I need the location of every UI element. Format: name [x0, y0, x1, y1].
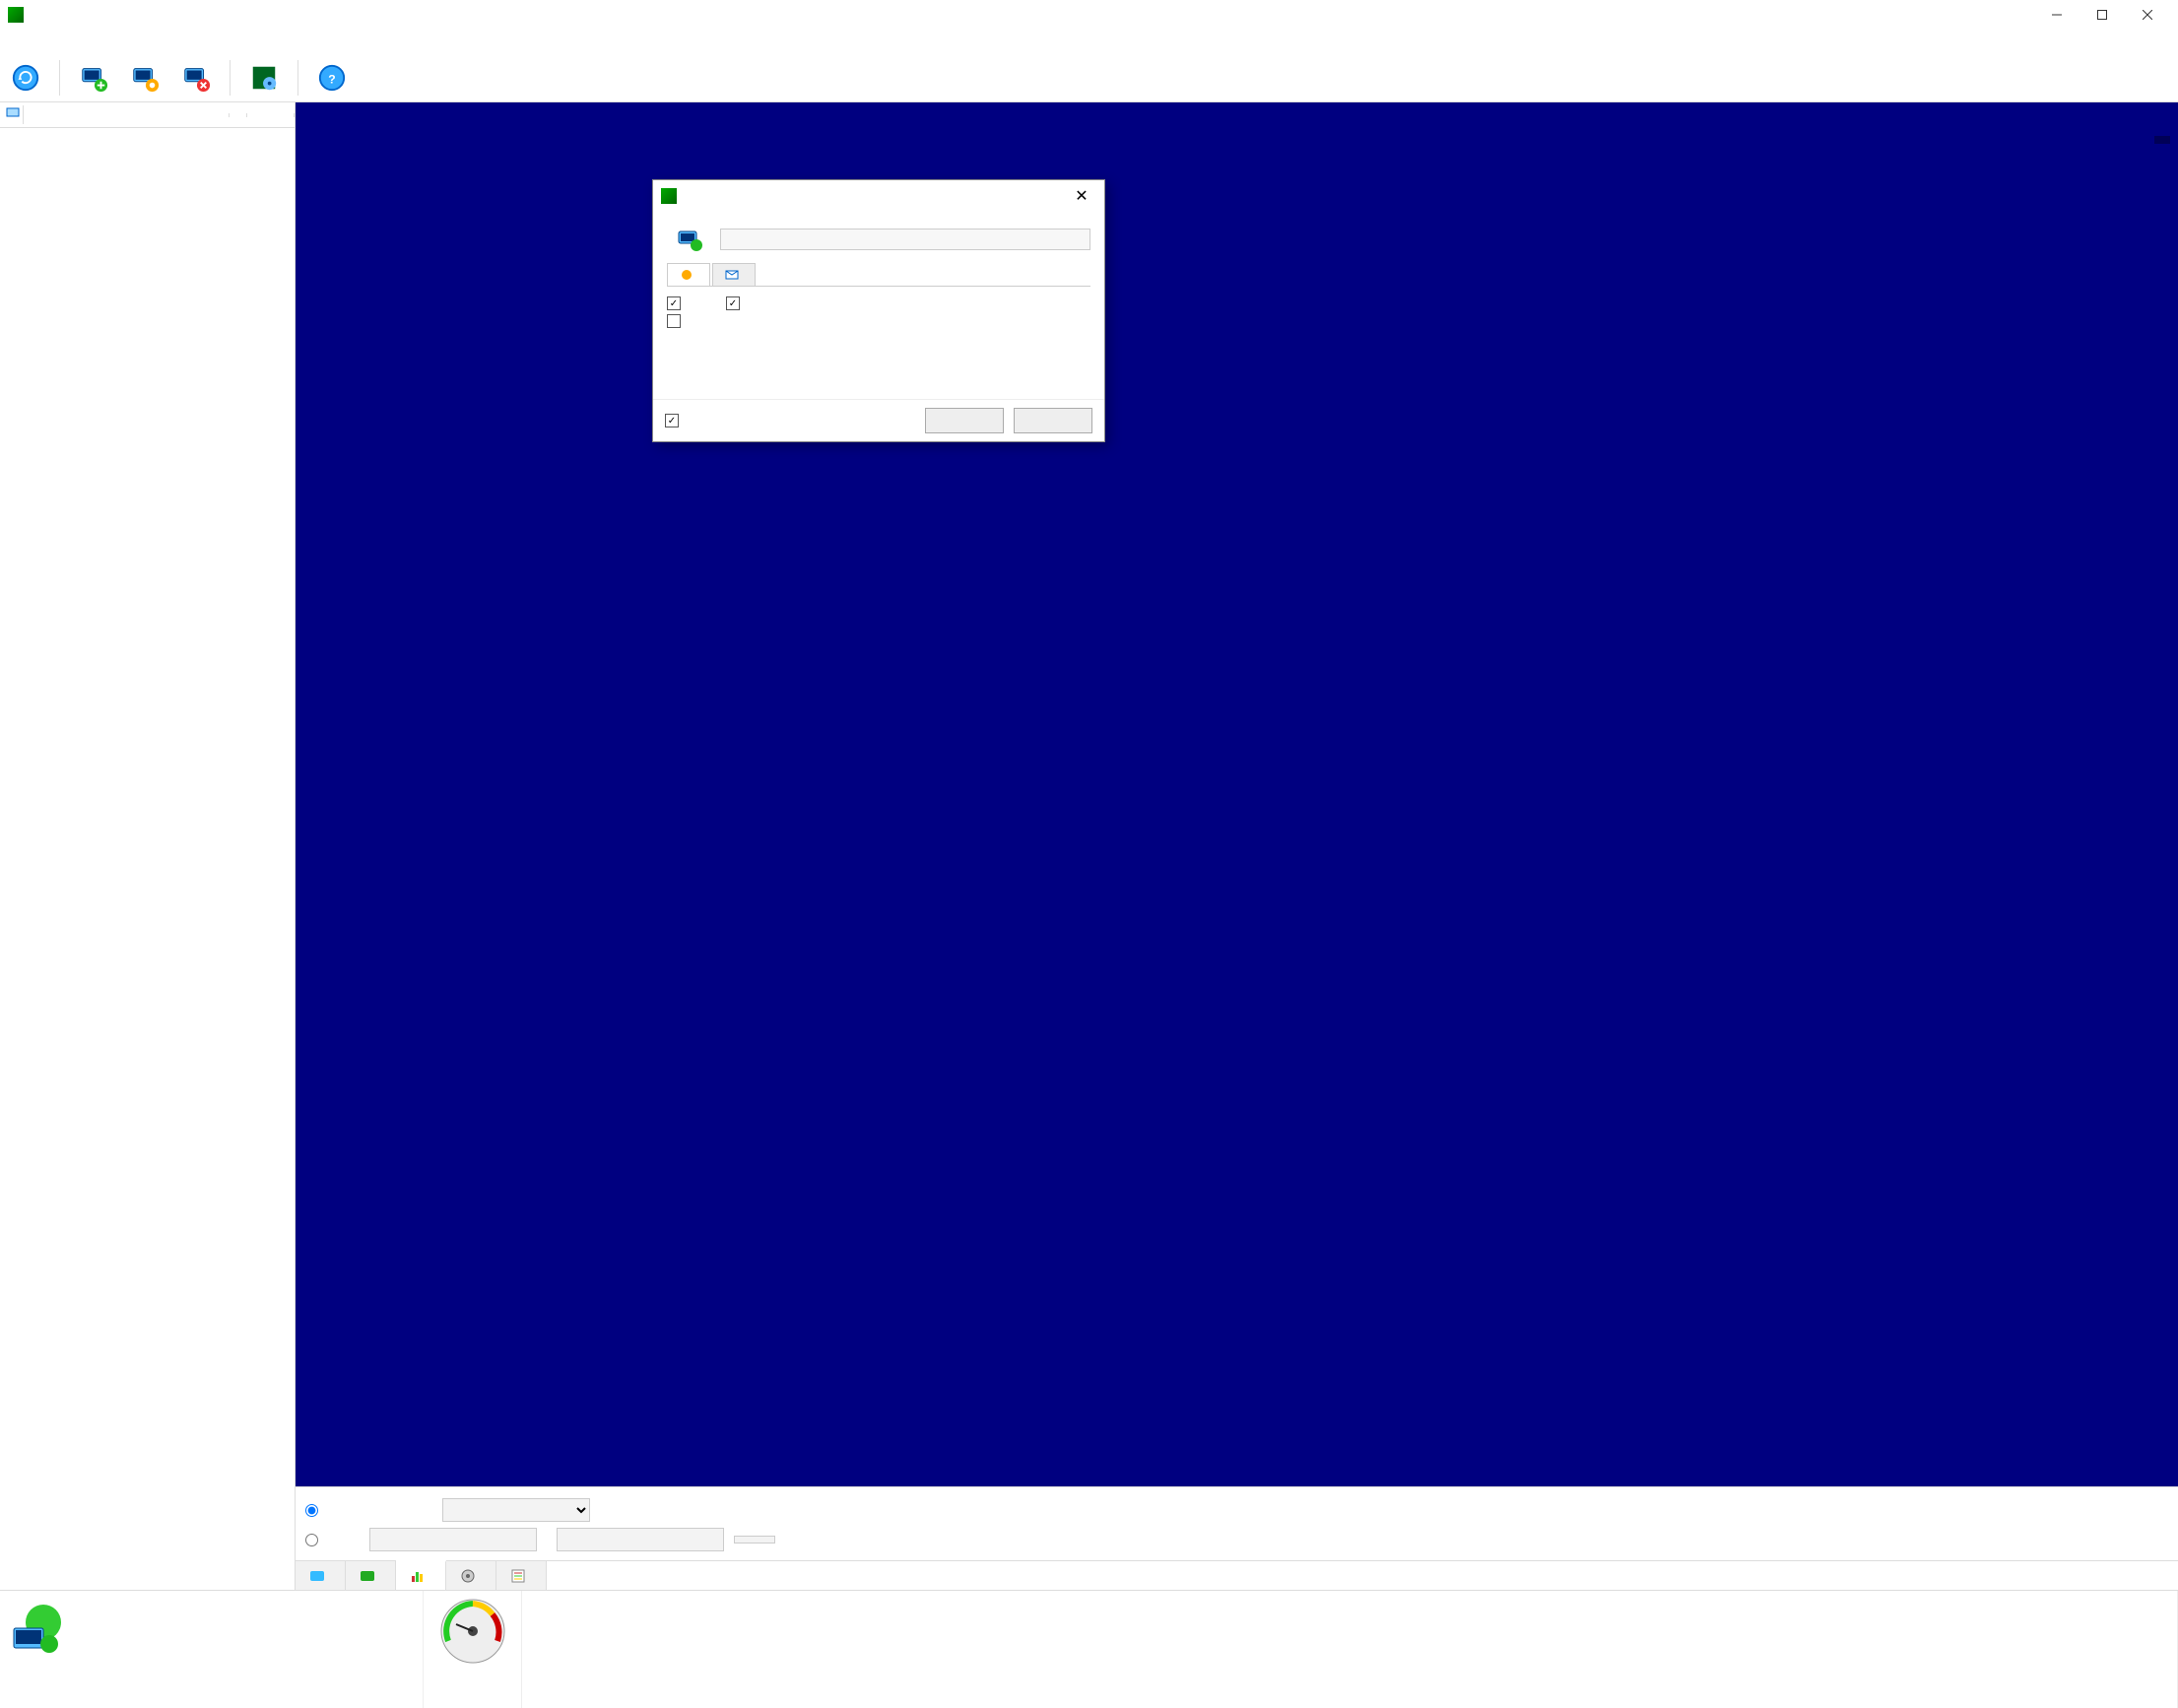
tab-smtp-settings[interactable] — [712, 263, 756, 286]
temperature-gauge — [438, 1597, 507, 1666]
to-input[interactable] — [557, 1528, 724, 1551]
dialog-icon — [661, 188, 677, 204]
sidebar-temp-header[interactable] — [247, 113, 295, 117]
menu-view[interactable] — [45, 39, 61, 43]
tab-basic-info[interactable] — [296, 1561, 346, 1590]
modify-connection-dialog: ✕ ✓ ✓ — [652, 179, 1105, 442]
minimize-button[interactable] — [2034, 0, 2079, 30]
monitoring-checkbox[interactable]: ✓ — [665, 414, 685, 427]
range-radio-input[interactable] — [305, 1534, 318, 1546]
sidebar-disks-header[interactable] — [24, 113, 230, 117]
dialog-close-button[interactable]: ✕ — [1067, 186, 1096, 206]
tab-event-log[interactable] — [496, 1561, 547, 1590]
menu-tools[interactable] — [26, 39, 41, 43]
toolbar-sep — [297, 60, 298, 96]
ok-button[interactable] — [925, 408, 1004, 433]
refresh-button[interactable] — [8, 60, 43, 96]
popup-notifications-checkbox[interactable]: ✓ — [667, 296, 687, 310]
tab-temperature-graph[interactable] — [396, 1560, 446, 1590]
from-input[interactable] — [369, 1528, 537, 1551]
toolbar-sep — [230, 60, 231, 96]
titlebar — [0, 0, 2178, 30]
settings-button[interactable] — [246, 60, 282, 96]
help-button[interactable]: ? — [314, 60, 350, 96]
tab-general-settings[interactable] — [667, 263, 710, 286]
menubar — [0, 30, 2178, 53]
edit-computer-button[interactable] — [127, 60, 163, 96]
menu-help[interactable] — [65, 39, 81, 43]
period-panel — [296, 1486, 2178, 1560]
tab-smart-info[interactable] — [346, 1561, 396, 1590]
computer-status-icon — [10, 1601, 69, 1660]
update-button[interactable] — [734, 1536, 775, 1544]
toolbar: ? — [0, 53, 2178, 102]
sidebar-tree[interactable] — [0, 128, 295, 1590]
chart-area — [296, 102, 2178, 1486]
add-computer-button[interactable] — [76, 60, 111, 96]
sidebar — [0, 102, 296, 1590]
email-notifications-checkbox[interactable]: ✓ — [726, 296, 746, 310]
status-strip — [0, 1590, 2178, 1708]
remove-computer-button[interactable] — [178, 60, 214, 96]
close-button[interactable] — [2125, 0, 2170, 30]
svg-text:?: ? — [328, 72, 335, 86]
view-select[interactable] — [442, 1498, 590, 1522]
chart-legend — [2154, 136, 2170, 144]
range-radio[interactable] — [305, 1534, 324, 1546]
sidebar-icon-col — [0, 105, 24, 124]
view-radio[interactable] — [305, 1504, 324, 1517]
app-icon — [8, 7, 24, 23]
local-computer-input[interactable] — [720, 229, 1090, 250]
toolbar-sep — [59, 60, 60, 96]
maximize-button[interactable] — [2079, 0, 2125, 30]
cancel-button[interactable] — [1014, 408, 1092, 433]
bottom-tabs — [296, 1560, 2178, 1590]
temperature-chart — [296, 102, 2178, 1486]
computer-icon — [677, 226, 704, 253]
view-radio-input[interactable] — [305, 1504, 318, 1517]
sidebar-split[interactable] — [230, 113, 247, 117]
tab-scan-disk[interactable] — [446, 1561, 496, 1590]
menu-file[interactable] — [6, 39, 22, 43]
log-eventlog-checkbox[interactable] — [667, 314, 1090, 328]
